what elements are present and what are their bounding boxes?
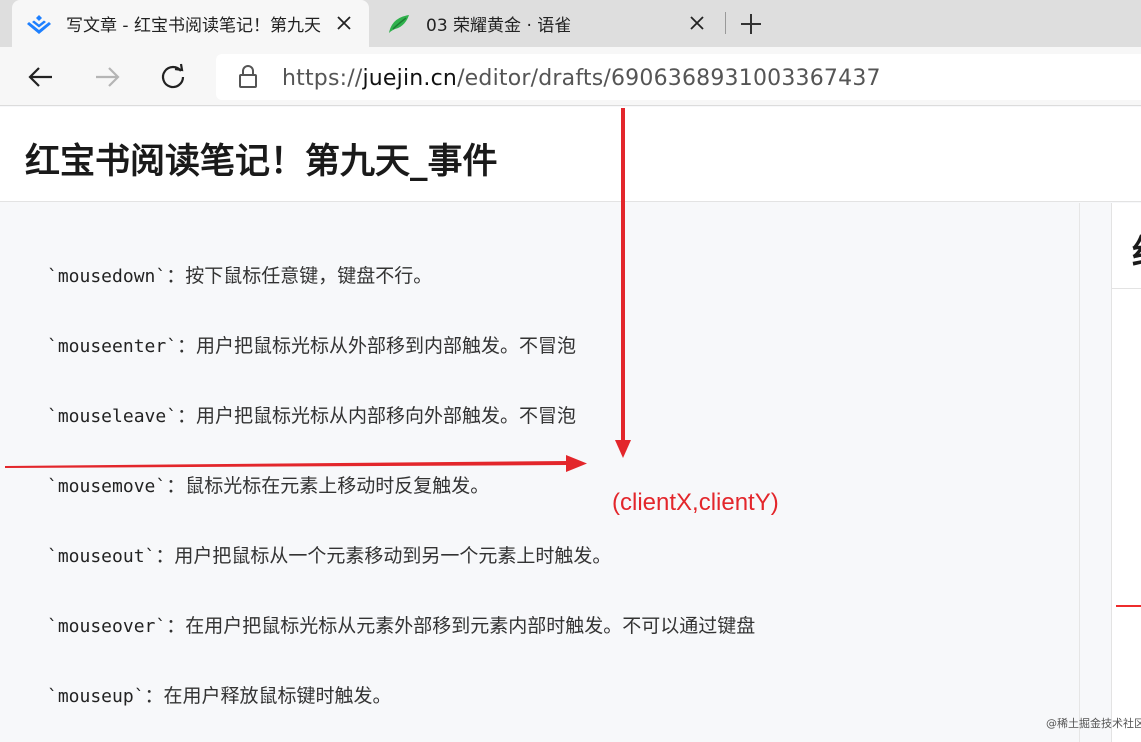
event-name: `mousedown` — [47, 266, 167, 287]
event-desc: ：用户把鼠标从一个元素移动到另一个元素上时触发。 — [155, 545, 612, 567]
article-title-input[interactable]: 红宝书阅读笔记！第九天_事件 — [25, 133, 498, 184]
url-path: /editor/drafts/6906368931003367437 — [457, 66, 881, 91]
juejin-logo-icon — [26, 11, 52, 37]
event-name: `mouseout` — [47, 546, 156, 567]
event-desc: ：用户把鼠标光标从外部移到内部触发。不冒泡 — [177, 335, 577, 357]
event-name: `mouseover` — [47, 616, 167, 637]
new-tab-button[interactable] — [735, 8, 767, 40]
client-coordinates-label: (clientX,clientY) — [612, 489, 779, 516]
address-bar[interactable]: https://juejin.cn/editor/drafts/69063689… — [216, 54, 1141, 100]
yuque-bird-icon — [386, 11, 412, 37]
preview-pane: 红 — [1111, 203, 1141, 742]
editor-line[interactable]: `mouseup`：在用户释放鼠标键时触发。 — [47, 681, 392, 708]
preview-title: 红 — [1132, 225, 1141, 274]
tab-yuque[interactable]: 03 荣耀黄金 · 语雀 — [372, 0, 722, 47]
arrow-right-icon — [96, 67, 120, 87]
watermark: @稀土掘金技术社区 — [1046, 717, 1141, 730]
editor-line[interactable]: `mouseleave`：用户把鼠标光标从内部移向外部触发。不冒泡 — [47, 401, 576, 428]
tab-title: 03 荣耀黄金 · 语雀 — [426, 16, 572, 36]
plus-icon — [741, 14, 761, 34]
editor-header: 红宝书阅读笔记！第九天_事件 — [0, 107, 1141, 202]
event-desc: ：用户把鼠标光标从内部移向外部触发。不冒泡 — [177, 405, 577, 427]
arrow-left-icon — [28, 67, 52, 87]
url-text: https://juejin.cn/editor/drafts/69063689… — [282, 66, 881, 91]
url-scheme: https:// — [282, 66, 363, 91]
editor-line[interactable]: `mouseout`：用户把鼠标从一个元素移动到另一个元素上时触发。 — [47, 541, 611, 568]
markdown-editor[interactable]: `mousedown`：按下鼠标任意键，键盘不行。 `mouseenter`：用… — [0, 203, 1080, 742]
tab-juejin-editor[interactable]: 写文章 - 红宝书阅读笔记！第九天 — [12, 0, 369, 47]
editor-line[interactable]: `mouseover`：在用户把鼠标光标从元素外部移到元素内部时触发。不可以通过… — [47, 611, 755, 638]
tab-divider — [725, 12, 726, 34]
editor-line[interactable]: `mousedown`：按下鼠标任意键，键盘不行。 — [47, 261, 432, 288]
back-button[interactable] — [24, 60, 58, 94]
event-name: `mousemove` — [47, 476, 167, 497]
close-tab-icon[interactable] — [333, 12, 355, 34]
browser-toolbar: https://juejin.cn/editor/drafts/69063689… — [0, 47, 1141, 106]
event-name: `mouseup` — [47, 686, 145, 707]
editor-line[interactable]: `mouseenter`：用户把鼠标光标从外部移到内部触发。不冒泡 — [47, 331, 576, 358]
event-desc: ：在用户释放鼠标键时触发。 — [144, 685, 392, 707]
event-desc: ：鼠标光标在元素上移动时反复触发。 — [166, 475, 490, 497]
close-tab-icon[interactable] — [686, 12, 708, 34]
url-host: juejin.cn — [362, 66, 458, 91]
editor-line[interactable]: `mousemove`：鼠标光标在元素上移动时反复触发。 — [47, 471, 489, 498]
event-name: `mouseleave` — [47, 406, 178, 427]
reload-button[interactable] — [156, 60, 190, 94]
event-name: `mouseenter` — [47, 336, 178, 357]
forward-button[interactable] — [90, 60, 124, 94]
refresh-icon — [161, 63, 185, 89]
event-desc: ：在用户把鼠标光标从元素外部移到元素内部时触发。不可以通过键盘 — [166, 615, 756, 637]
event-desc: ：按下鼠标任意键，键盘不行。 — [166, 265, 433, 287]
lock-icon[interactable] — [238, 65, 258, 89]
tab-title: 写文章 - 红宝书阅读笔记！第九天 — [66, 16, 321, 36]
tab-strip: 写文章 - 红宝书阅读笔记！第九天 03 荣耀黄金 · 语雀 — [0, 0, 1141, 47]
preview-title-bar: 红 — [1112, 203, 1141, 289]
preview-red-line — [1116, 605, 1141, 607]
